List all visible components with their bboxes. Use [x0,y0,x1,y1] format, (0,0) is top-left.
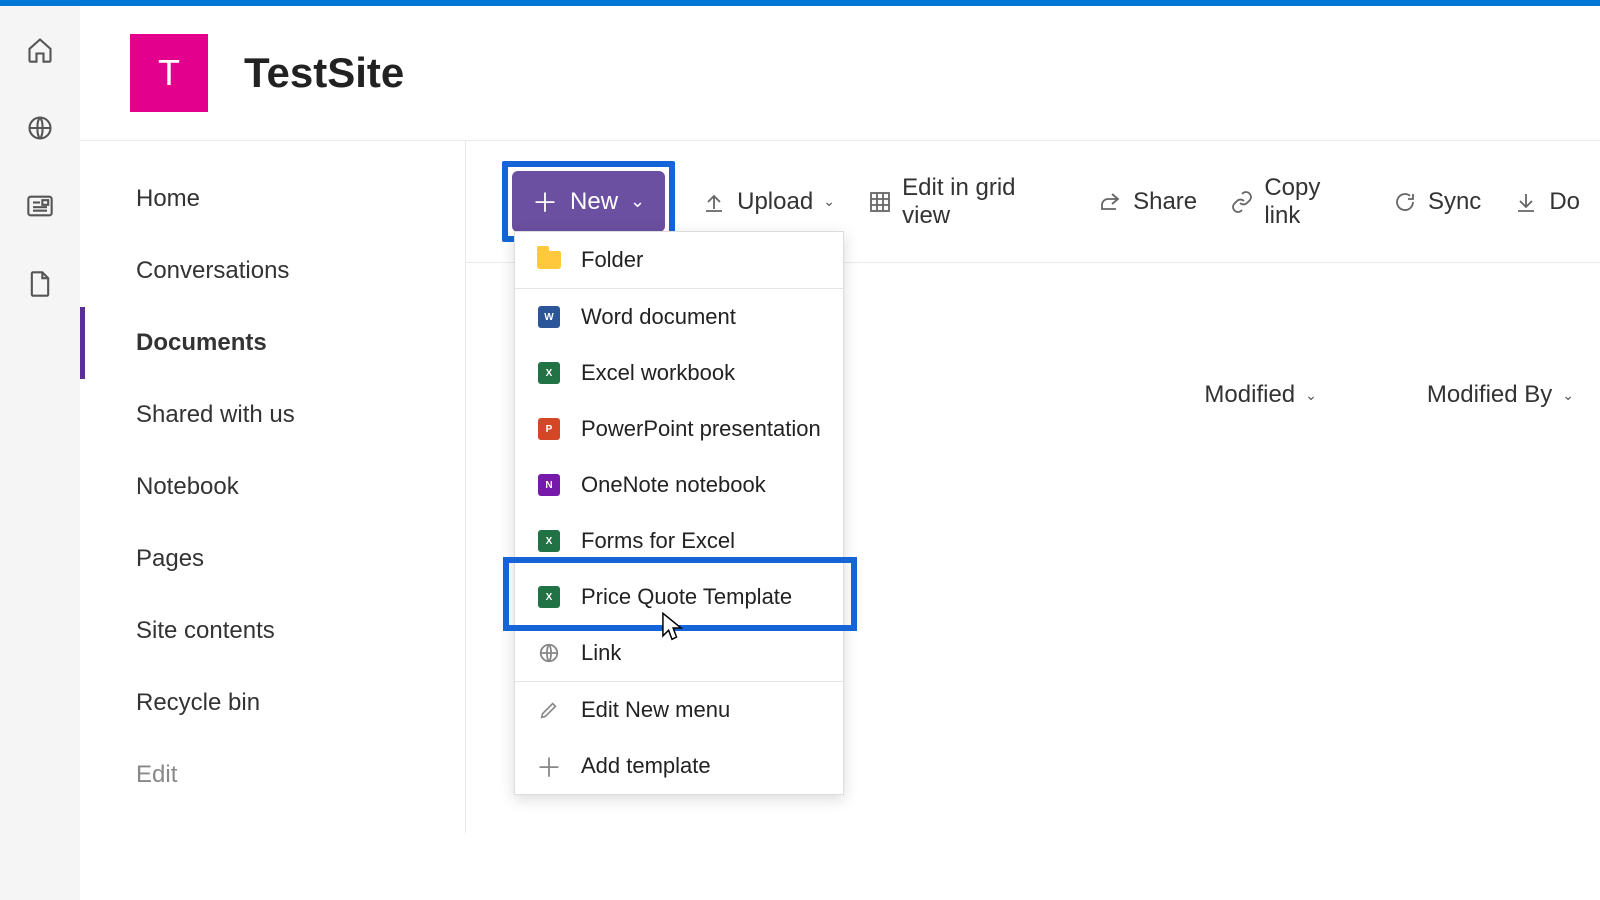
nav-documents[interactable]: Documents [80,307,465,379]
chevron-down-icon: ⌄ [823,193,835,210]
new-onenote[interactable]: N OneNote notebook [515,457,843,513]
excel-icon: X [537,361,561,385]
site-logo[interactable]: T [130,34,208,112]
file-icon[interactable] [26,270,54,298]
chevron-down-icon: ⌄ [630,191,645,212]
upload-icon [701,189,727,215]
new-link-label: Link [581,640,621,666]
chevron-down-icon: ⌄ [1305,387,1317,404]
share-label: Share [1133,188,1197,216]
globe-icon[interactable] [26,114,54,142]
column-modified-by[interactable]: Modified By ⌄ [1427,381,1574,409]
edit-grid-button[interactable]: Edit in grid view [861,166,1071,238]
new-excel[interactable]: X Excel workbook [515,345,843,401]
new-word-label: Word document [581,304,736,330]
highlight-new-button: ＋ New ⌄ [502,161,675,242]
site-title: TestSite [244,49,404,97]
sync-icon [1392,189,1418,215]
excel-template-icon: X [537,585,561,609]
edit-new-menu-label: Edit New menu [581,697,730,723]
new-excel-label: Excel workbook [581,360,735,386]
left-navigation: Home Conversations Documents Shared with… [80,141,465,833]
sync-label: Sync [1428,188,1481,216]
share-icon [1097,189,1123,215]
nav-home[interactable]: Home [80,163,465,235]
nav-edit-link[interactable]: Edit [80,739,465,811]
site-header: T TestSite [80,6,1600,140]
app-rail [0,6,80,900]
new-folder[interactable]: Folder [515,232,843,288]
column-modified-by-label: Modified By [1427,381,1552,409]
new-word[interactable]: W Word document [515,289,843,345]
upload-button[interactable]: Upload ⌄ [695,180,841,224]
add-template[interactable]: ＋ Add template [515,738,843,794]
sync-button[interactable]: Sync [1386,180,1487,224]
copy-link-label: Copy link [1264,174,1360,230]
new-folder-label: Folder [581,247,643,273]
edit-new-menu[interactable]: Edit New menu [515,682,843,738]
new-link[interactable]: Link [515,625,843,681]
nav-shared[interactable]: Shared with us [80,379,465,451]
copy-link-button[interactable]: Copy link [1223,166,1366,238]
new-button-label: New [570,188,618,216]
pencil-icon [537,698,561,722]
download-label: Do [1549,188,1580,216]
new-forms[interactable]: X Forms for Excel [515,513,843,569]
plus-icon: ＋ [537,754,561,778]
download-button[interactable]: Do [1507,180,1586,224]
link-item-icon [537,641,561,665]
onenote-icon: N [537,473,561,497]
link-icon [1229,189,1254,215]
new-price-quote-template[interactable]: X Price Quote Template [515,569,843,625]
nav-pages[interactable]: Pages [80,523,465,595]
column-headers: Modified ⌄ Modified By ⌄ [1204,381,1600,409]
main-area: T TestSite Home Conversations Documents … [80,6,1600,900]
upload-label: Upload [737,188,813,216]
nav-notebook[interactable]: Notebook [80,451,465,523]
new-ppt-label: PowerPoint presentation [581,416,821,442]
new-button[interactable]: ＋ New ⌄ [512,171,665,232]
new-powerpoint[interactable]: P PowerPoint presentation [515,401,843,457]
add-template-label: Add template [581,753,711,779]
column-modified-label: Modified [1204,381,1295,409]
home-icon[interactable] [26,36,54,64]
new-onenote-label: OneNote notebook [581,472,766,498]
powerpoint-icon: P [537,417,561,441]
forms-icon: X [537,529,561,553]
share-button[interactable]: Share [1091,180,1203,224]
folder-icon [537,248,561,272]
nav-conversations[interactable]: Conversations [80,235,465,307]
nav-site-contents[interactable]: Site contents [80,595,465,667]
new-template-label: Price Quote Template [581,584,792,610]
edit-grid-label: Edit in grid view [902,174,1065,230]
news-icon[interactable] [26,192,54,220]
new-menu-dropdown: Folder W Word document X Excel workbook … [514,231,844,795]
new-forms-label: Forms for Excel [581,528,735,554]
grid-icon [867,189,892,215]
word-icon: W [537,305,561,329]
download-icon [1513,189,1539,215]
chevron-down-icon: ⌄ [1562,387,1574,404]
column-modified[interactable]: Modified ⌄ [1204,381,1316,409]
document-library: ＋ New ⌄ Upload ⌄ Edit in gr [465,141,1600,833]
plus-icon: ＋ [532,183,558,220]
nav-recycle-bin[interactable]: Recycle bin [80,667,465,739]
